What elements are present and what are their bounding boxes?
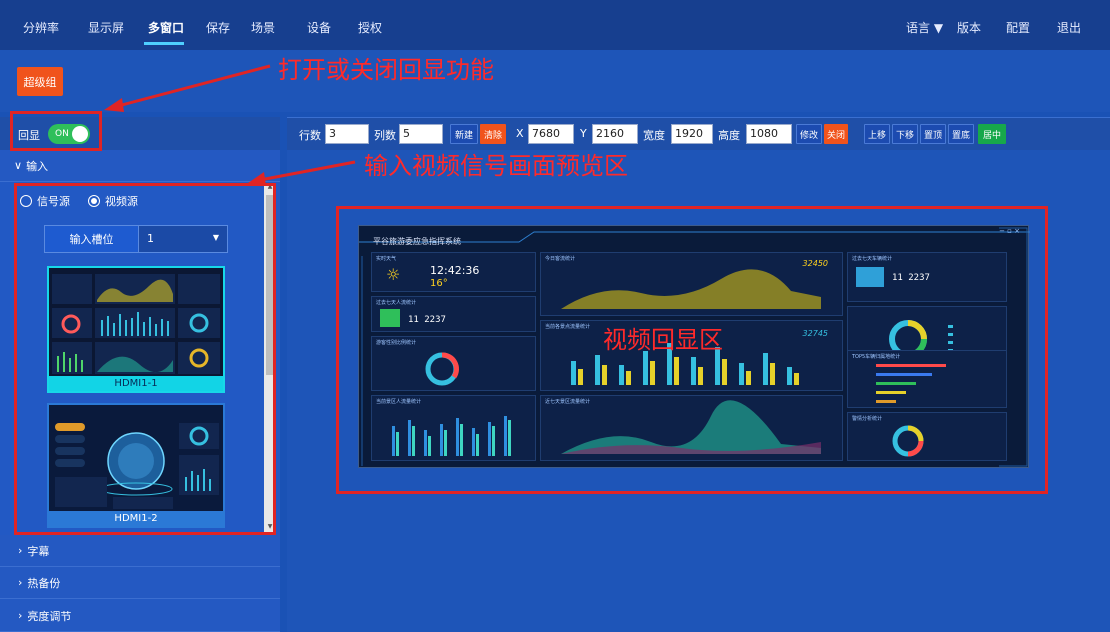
annotation-arrows	[104, 64, 356, 186]
annotation-toggle-text: 打开或关闭回显功能	[278, 56, 494, 84]
annotation-video-text: 视频回显区	[603, 326, 723, 354]
annotation-preview-text: 输入视频信号画面预览区	[364, 152, 628, 180]
